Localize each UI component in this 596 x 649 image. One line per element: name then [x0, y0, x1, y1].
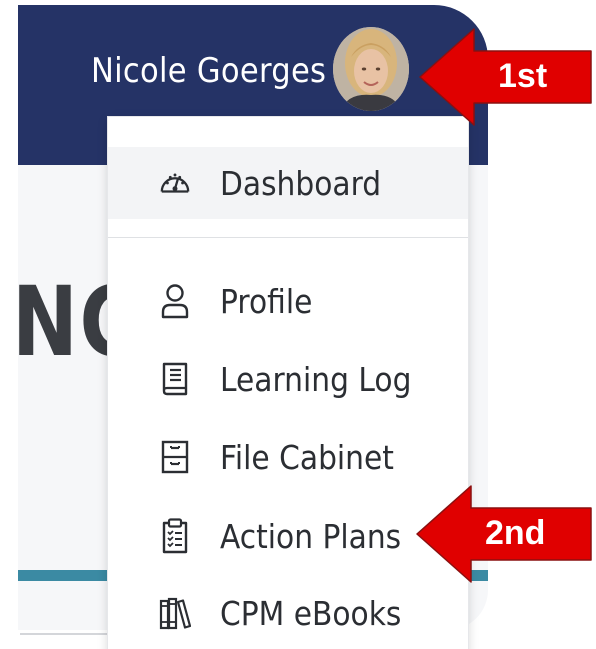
books-icon: [158, 596, 192, 630]
menu-item-profile[interactable]: Profile: [108, 265, 468, 337]
menu-item-dashboard[interactable]: Dashboard: [108, 147, 468, 219]
menu-item-file-cabinet[interactable]: File Cabinet: [108, 421, 468, 493]
file-cabinet-icon: [158, 440, 192, 474]
menu-item-label: Profile: [220, 281, 313, 321]
menu-item-label: Dashboard: [220, 163, 382, 203]
menu-divider: [108, 237, 468, 238]
menu-item-label: Learning Log: [220, 359, 412, 399]
person-icon: [158, 284, 192, 319]
menu-item-cpm-ebooks[interactable]: CPM eBooks: [108, 577, 468, 649]
menu-item-label: File Cabinet: [220, 437, 394, 477]
avatar-photo-icon: [333, 27, 409, 111]
menu-item-label: CPM eBooks: [220, 593, 402, 633]
menu-item-action-plans[interactable]: Action Plans: [108, 500, 468, 572]
callout-arrow-first: 1st: [418, 27, 593, 127]
user-name[interactable]: Nicole Goerges: [91, 49, 326, 93]
screenshot-stage: Nicole Goerges NG Dashboard Profile Lear…: [0, 0, 596, 649]
menu-item-learning-log[interactable]: Learning Log: [108, 343, 468, 415]
callout-label: 1st: [498, 57, 548, 95]
content-divider: [20, 633, 110, 635]
clipboard-checklist-icon: [158, 518, 192, 554]
speedometer-icon: [158, 166, 192, 200]
menu-item-label: Action Plans: [220, 516, 402, 556]
user-dropdown-menu: Dashboard Profile Learning Log File Cabi…: [108, 117, 468, 649]
book-icon: [158, 362, 192, 396]
callout-label: 2nd: [485, 514, 546, 552]
callout-arrow-second: 2nd: [415, 484, 593, 584]
user-avatar[interactable]: [333, 27, 409, 111]
